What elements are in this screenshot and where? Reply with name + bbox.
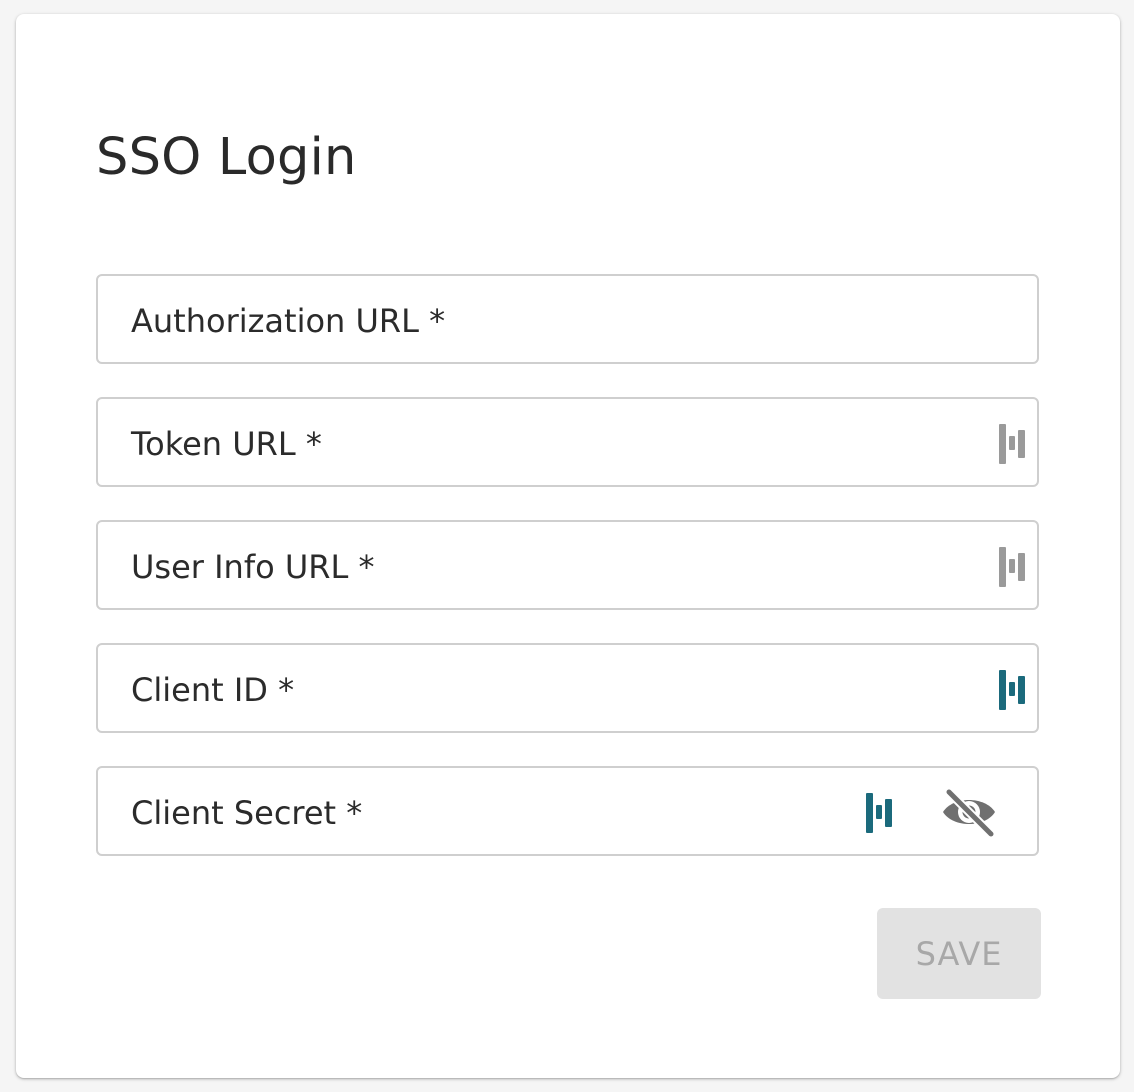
client-id-label: Client ID * xyxy=(131,671,295,709)
password-manager-icon[interactable] xyxy=(864,793,894,833)
client-secret-label: Client Secret * xyxy=(131,794,363,832)
authorization-url-field[interactable]: Authorization URL * xyxy=(96,274,1039,364)
client-id-field[interactable]: Client ID * xyxy=(96,643,1039,733)
page-title: SSO Login xyxy=(96,128,357,187)
user-info-url-label: User Info URL * xyxy=(131,548,375,586)
eye-off-icon[interactable] xyxy=(939,786,999,838)
password-manager-icon[interactable] xyxy=(997,424,1027,464)
client-secret-field[interactable]: Client Secret * xyxy=(96,766,1039,856)
token-url-field[interactable]: Token URL * xyxy=(96,397,1039,487)
sso-login-card: SSO Login Authorization URL * Token URL … xyxy=(16,14,1120,1078)
user-info-url-field[interactable]: User Info URL * xyxy=(96,520,1039,610)
token-url-label: Token URL * xyxy=(131,425,322,463)
save-button[interactable]: SAVE xyxy=(877,908,1041,999)
authorization-url-label: Authorization URL * xyxy=(131,302,446,340)
password-manager-icon[interactable] xyxy=(997,670,1027,710)
password-manager-icon[interactable] xyxy=(997,547,1027,587)
